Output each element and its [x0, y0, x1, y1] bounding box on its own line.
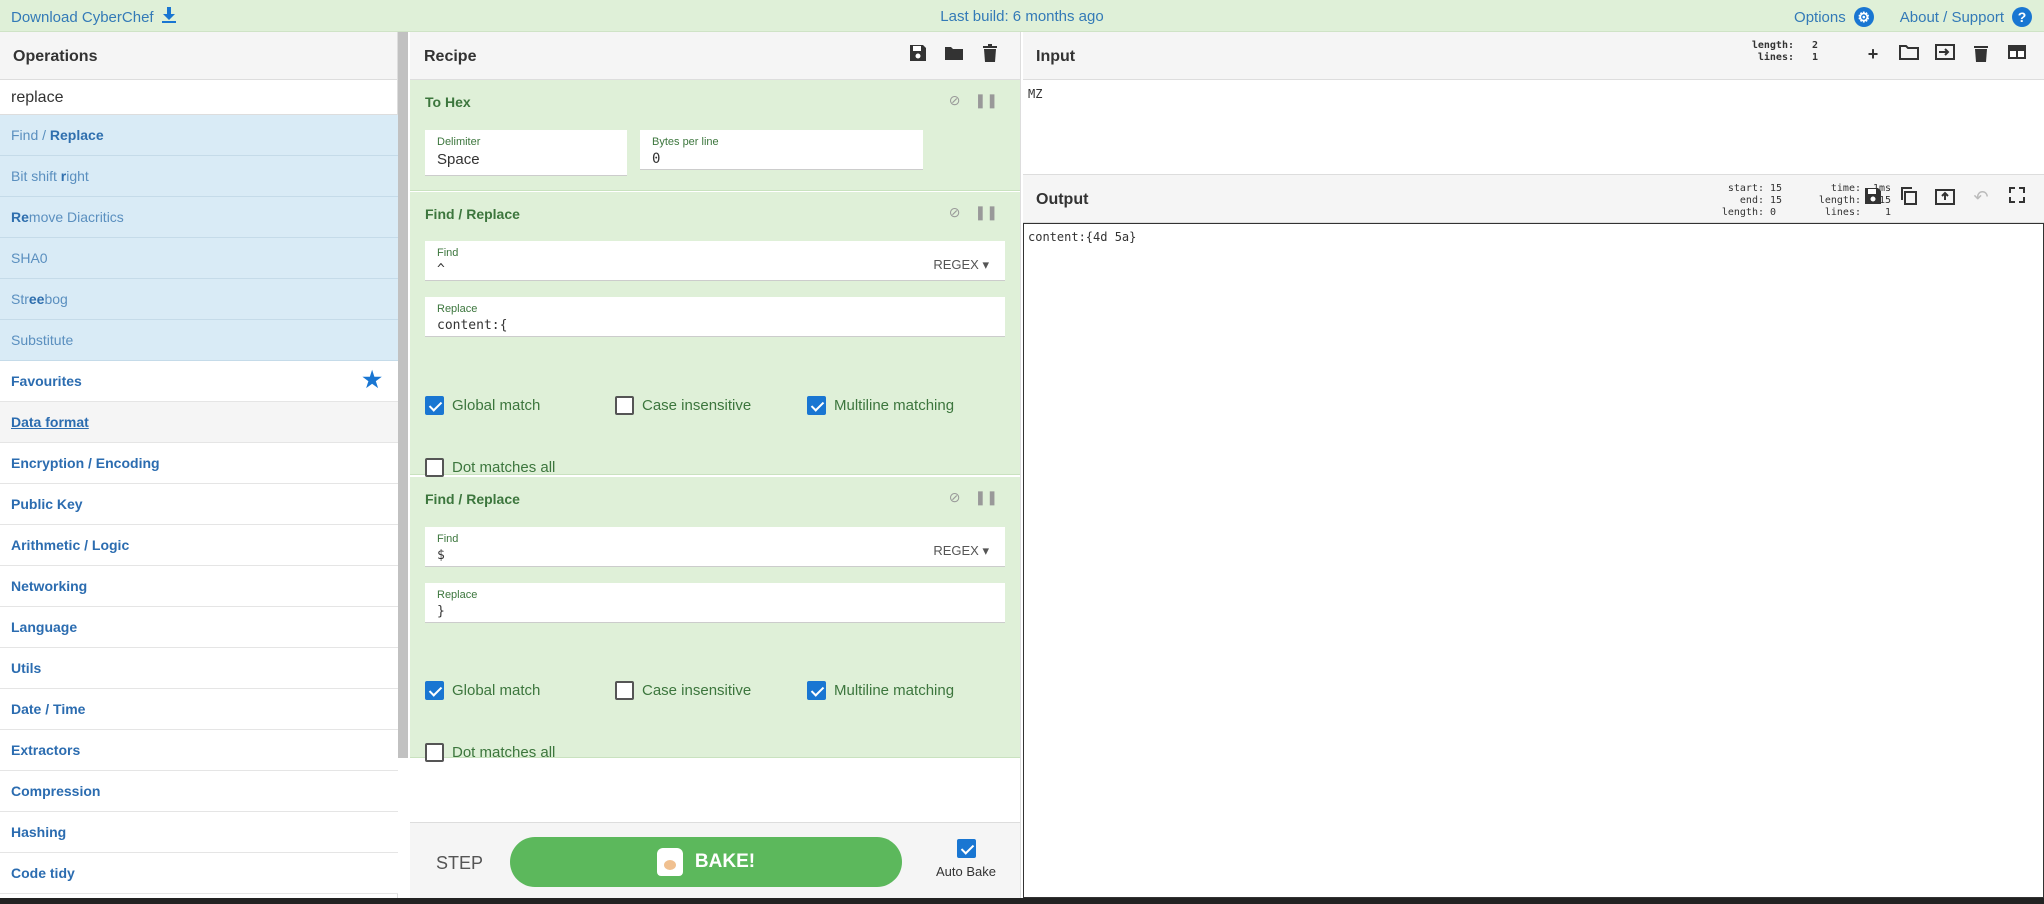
- operation-item[interactable]: Substitute: [0, 320, 398, 361]
- io-panel: Input length: lines: 2 1 + MZ Output sta…: [1023, 32, 2044, 898]
- open-file-icon[interactable]: [1934, 44, 1956, 67]
- to-hex-operation: To Hex ⊘ ❚❚ Delimiter Space Bytes per lin…: [410, 80, 1020, 191]
- input-textarea[interactable]: MZ: [1023, 80, 2044, 175]
- disable-icon[interactable]: ⊘: [949, 92, 961, 109]
- bake-label: BAKE!: [694, 851, 756, 872]
- bake-button[interactable]: BAKE!: [510, 837, 902, 887]
- input-title: Input: [1036, 48, 1076, 65]
- case-insensitive-checkbox[interactable]: Case insensitive: [615, 681, 751, 700]
- to-hex-title: To Hex: [425, 94, 471, 110]
- operation-item[interactable]: SHA0: [0, 238, 398, 279]
- category-utils[interactable]: Utils: [0, 648, 398, 689]
- chef-icon: [656, 848, 683, 876]
- find-input[interactable]: Find $ REGEX ▾: [425, 527, 1005, 567]
- maximise-icon[interactable]: [2006, 187, 2028, 210]
- trash-icon[interactable]: [980, 44, 1000, 64]
- bake-bar: STEP BAKE! Auto Bake: [410, 822, 1020, 898]
- build-info: Last build: 6 months ago: [940, 8, 1104, 25]
- category-favourites[interactable]: Favourites ★: [0, 361, 398, 402]
- pause-icon[interactable]: ❚❚: [975, 489, 998, 506]
- options-link[interactable]: Options: [1794, 9, 1846, 26]
- pause-icon[interactable]: ❚❚: [975, 92, 998, 109]
- output-stats2-labels: time: length: lines:: [1818, 183, 1861, 218]
- copy-icon[interactable]: [1898, 187, 1920, 210]
- pause-icon[interactable]: ❚❚: [975, 204, 998, 221]
- case-insensitive-checkbox[interactable]: Case insensitive: [615, 396, 751, 415]
- category-encryption-encoding[interactable]: Encryption / Encoding: [0, 443, 398, 484]
- open-folder-icon[interactable]: [1898, 44, 1920, 67]
- undo-icon[interactable]: ↶: [1970, 187, 1992, 210]
- operation-item[interactable]: Remove Diacritics: [0, 197, 398, 238]
- taskbar-strip: [0, 898, 2044, 904]
- operation-item[interactable]: Streebog: [0, 279, 398, 320]
- find-replace-title: Find / Replace: [425, 206, 520, 222]
- save-icon[interactable]: [1862, 187, 1884, 210]
- find-replace-operation-2: Find / Replace ⊘ ❚❚ Find $ REGEX ▾ Replac…: [410, 477, 1020, 762]
- replace-input[interactable]: Replace content:{: [425, 297, 1005, 337]
- category-compression[interactable]: Compression: [0, 771, 398, 812]
- find-mode-dropdown[interactable]: REGEX ▾: [933, 543, 989, 559]
- category-arithmetic-logic[interactable]: Arithmetic / Logic: [0, 525, 398, 566]
- operations-list: Find / Replace Bit shift right Remove Di…: [0, 115, 398, 898]
- step-button[interactable]: STEP: [436, 853, 483, 874]
- disable-icon[interactable]: ⊘: [949, 489, 961, 506]
- help-icon[interactable]: ?: [2012, 7, 2032, 27]
- operations-search-input[interactable]: replace: [0, 80, 397, 115]
- find-replace-operation-1: Find / Replace ⊘ ❚❚ Find ^ REGEX ▾ Replac…: [410, 192, 1020, 477]
- find-replace-title: Find / Replace: [425, 491, 520, 507]
- auto-bake-checkbox[interactable]: Auto Bake: [926, 839, 1006, 879]
- operations-scrollbar[interactable]: [398, 32, 408, 758]
- operation-item[interactable]: Bit shift right: [0, 156, 398, 197]
- star-icon: ★: [362, 367, 382, 392]
- layout-icon[interactable]: [2006, 44, 2028, 67]
- recipe-title: Recipe: [424, 48, 477, 65]
- category-language[interactable]: Language: [0, 607, 398, 648]
- folder-icon[interactable]: [944, 44, 964, 64]
- category-public-key[interactable]: Public Key: [0, 484, 398, 525]
- output-stats1-values: 15 15 0: [1769, 183, 1782, 218]
- replace-input-icon[interactable]: [1934, 187, 1956, 210]
- output-textarea[interactable]: content:{4d 5a}: [1023, 223, 2044, 898]
- replace-input[interactable]: Replace }: [425, 583, 1005, 623]
- output-stats1-labels: start: end: length:: [1721, 183, 1764, 218]
- about-link[interactable]: About / Support: [1900, 9, 2004, 26]
- operation-item[interactable]: Find / Replace: [0, 115, 398, 156]
- category-data-format[interactable]: Data format: [0, 402, 398, 443]
- trash-icon[interactable]: [1970, 44, 1992, 67]
- input-stats-labels: length: lines:: [1751, 40, 1794, 63]
- output-header: Output start: end: length: 15 15 0 time:…: [1023, 175, 2044, 223]
- input-header: Input length: lines: 2 1 +: [1023, 32, 2044, 80]
- add-tab-icon[interactable]: +: [1862, 44, 1884, 67]
- category-networking[interactable]: Networking: [0, 566, 398, 607]
- operations-title: Operations: [0, 32, 397, 80]
- input-stats-values: 2 1: [1811, 40, 1818, 63]
- recipe-panel: Recipe To Hex ⊘ ❚❚ Delimiter Space Bytes …: [410, 32, 1021, 898]
- top-banner: Download CyberChef Last build: 6 months …: [0, 0, 2044, 32]
- find-input[interactable]: Find ^ REGEX ▾: [425, 241, 1005, 281]
- multiline-checkbox[interactable]: Multiline matching: [807, 681, 954, 700]
- dot-matches-all-checkbox[interactable]: Dot matches all: [425, 458, 555, 477]
- category-date-time[interactable]: Date / Time: [0, 689, 398, 730]
- recipe-header: Recipe: [410, 32, 1020, 80]
- gear-icon[interactable]: ⚙: [1853, 7, 1874, 27]
- global-match-checkbox[interactable]: Global match: [425, 681, 540, 700]
- dot-matches-all-checkbox[interactable]: Dot matches all: [425, 743, 555, 762]
- delimiter-select[interactable]: Delimiter Space: [425, 130, 627, 176]
- multiline-checkbox[interactable]: Multiline matching: [807, 396, 954, 415]
- disable-icon[interactable]: ⊘: [949, 204, 961, 221]
- category-extractors[interactable]: Extractors: [0, 730, 398, 771]
- global-match-checkbox[interactable]: Global match: [425, 396, 540, 415]
- category-code-tidy[interactable]: Code tidy: [0, 853, 398, 894]
- bytes-per-line-input[interactable]: Bytes per line 0: [640, 130, 923, 170]
- category-hashing[interactable]: Hashing: [0, 812, 398, 853]
- find-mode-dropdown[interactable]: REGEX ▾: [933, 257, 989, 273]
- save-icon[interactable]: [908, 44, 928, 64]
- operations-panel: Operations replace Find / Replace Bit sh…: [0, 32, 398, 898]
